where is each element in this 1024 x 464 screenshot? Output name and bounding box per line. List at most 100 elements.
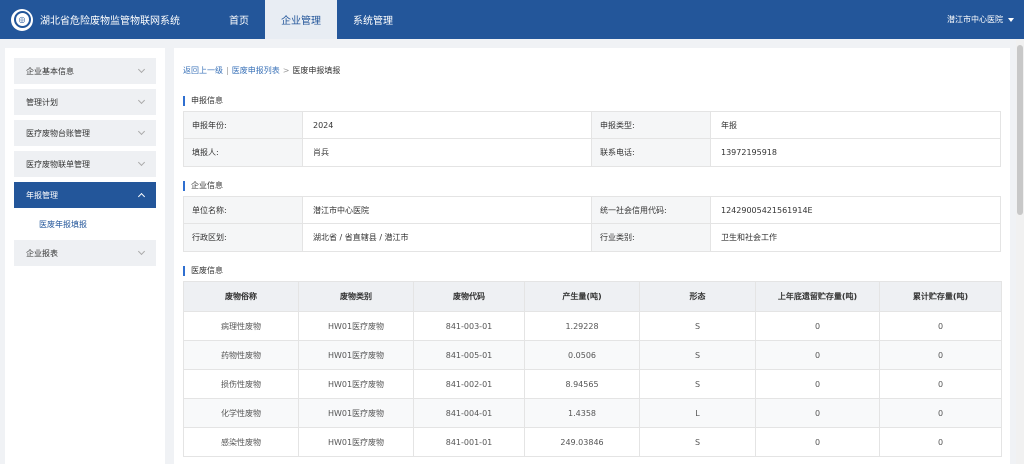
column-header: 废物类别 (298, 281, 414, 312)
table-cell: 841-005-01 (413, 340, 525, 370)
sidebar-subitem-annual-report-fill[interactable]: 医废年报填报 (14, 213, 156, 235)
table-cell: 0 (755, 427, 880, 457)
region-value: 湖北省 / 省直辖县 / 潜江市 (303, 224, 592, 251)
table-cell: 0 (879, 340, 1002, 370)
table-cell: 8.94565 (524, 369, 640, 399)
app-title: 湖北省危险废物监管物联网系统 (40, 16, 180, 27)
table-cell: 感染性废物 (183, 427, 299, 457)
sidebar: 企业基本信息 管理计划 医疗废物台账管理 医疗废物联单管理 年报管理 医废年报填… (5, 48, 165, 464)
column-header: 废物俗称 (183, 281, 299, 312)
sidebar-item-reports[interactable]: 企业报表 (14, 240, 156, 266)
section-marker (183, 265, 185, 276)
table-header-row: 废物俗称 废物类别 废物代码 产生量(吨) 形态 上年底遗留贮存量(吨) 累计贮… (183, 281, 1002, 312)
info-label: 联系电话: (592, 139, 711, 166)
table-cell: HW01医疗废物 (298, 398, 414, 428)
sidebar-item-ledger[interactable]: 医疗废物台账管理 (14, 120, 156, 146)
section-marker (183, 180, 185, 191)
sidebar-item-label: 企业基本信息 (26, 66, 74, 76)
sidebar-item-label: 企业报表 (26, 248, 58, 258)
sidebar-item-plan[interactable]: 管理计划 (14, 89, 156, 115)
page-scrollbar[interactable] (1016, 39, 1024, 464)
table-cell: HW01医疗废物 (298, 427, 414, 457)
info-label: 行政区划: (184, 224, 303, 251)
info-row: 单位名称: 潜江市中心医院 统一社会信用代码: 1242900542156191… (184, 197, 1000, 224)
company-info-table: 单位名称: 潜江市中心医院 统一社会信用代码: 1242900542156191… (183, 196, 1001, 252)
info-label: 申报类型: (592, 112, 711, 138)
table-row: 损伤性废物 HW01医疗废物 841-002-01 8.94565 S 0 0 (183, 369, 1002, 399)
section-title: 医废信息 (191, 266, 223, 275)
logo: ◎ (11, 8, 33, 31)
table-cell: 0 (755, 398, 880, 428)
report-year-value: 2024 (303, 112, 592, 138)
info-label: 申报年份: (184, 112, 303, 138)
column-header: 废物代码 (413, 281, 525, 312)
company-name-value: 潜江市中心医院 (303, 197, 592, 223)
breadcrumb: 返回上一级 | 医废申报列表 > 医废申报填报 (183, 48, 1001, 92)
main-content: 返回上一级 | 医废申报列表 > 医废申报填报 申报信息 申报年份: 2024 … (174, 48, 1010, 464)
table-cell: 0 (879, 427, 1002, 457)
section-waste-info: 医废信息 (183, 262, 1001, 279)
info-label: 行业类别: (592, 224, 711, 251)
info-row: 申报年份: 2024 申报类型: 年报 (184, 112, 1000, 139)
table-cell: 841-004-01 (413, 398, 525, 428)
table-row: 化学性废物 HW01医疗废物 841-004-01 1.4358 L 0 0 (183, 398, 1002, 428)
chevron-up-icon (137, 192, 146, 201)
user-menu[interactable]: 潜江市中心医院 (947, 0, 1014, 39)
nav-system[interactable]: 系统管理 (337, 0, 409, 39)
sidebar-item-company-info[interactable]: 企业基本信息 (14, 58, 156, 84)
table-cell: 0 (755, 340, 880, 370)
info-row: 填报人: 肖兵 联系电话: 13972195918 (184, 139, 1000, 166)
table-cell: L (639, 398, 756, 428)
sidebar-item-label: 管理计划 (26, 97, 58, 107)
report-type-value: 年报 (721, 120, 737, 130)
sidebar-item-manifest[interactable]: 医疗废物联单管理 (14, 151, 156, 177)
table-cell: HW01医疗废物 (298, 311, 414, 341)
section-title: 申报信息 (191, 96, 223, 105)
back-link[interactable]: 返回上一级 (183, 65, 223, 76)
table-cell: 841-003-01 (413, 311, 525, 341)
industry-value: 卫生和社会工作 (721, 233, 777, 242)
table-cell: HW01医疗废物 (298, 340, 414, 370)
table-row: 感染性废物 HW01医疗废物 841-001-01 249.03846 S 0 … (183, 427, 1002, 457)
sidebar-item-annual-report[interactable]: 年报管理 (14, 182, 156, 208)
column-header: 累计贮存量(吨) (879, 281, 1002, 312)
column-header: 形态 (639, 281, 756, 312)
table-cell: 化学性废物 (183, 398, 299, 428)
caret-down-icon (1008, 17, 1014, 22)
info-label: 统一社会信用代码: (592, 197, 711, 223)
emblem-icon: ◎ (13, 11, 31, 28)
table-cell: S (639, 340, 756, 370)
table-cell: S (639, 369, 756, 399)
table-cell: 药物性废物 (183, 340, 299, 370)
table-cell: 0 (879, 311, 1002, 341)
table-cell: 0 (879, 398, 1002, 428)
table-cell: 1.29228 (524, 311, 640, 341)
nav-home[interactable]: 首页 (213, 0, 265, 39)
table-cell: S (639, 311, 756, 341)
nav-enterprise[interactable]: 企业管理 (265, 0, 337, 39)
top-bar: ◎ 湖北省危险废物监管物联网系统 首页 企业管理 系统管理 潜江市中心医院 (0, 0, 1024, 39)
scrollbar-thumb[interactable] (1017, 45, 1023, 215)
sidebar-item-label: 医疗废物台账管理 (26, 128, 90, 138)
reporter-value: 肖兵 (303, 139, 592, 166)
list-link[interactable]: 医废申报列表 (232, 65, 280, 76)
main-nav: 首页 企业管理 系统管理 (213, 0, 409, 39)
user-name: 潜江市中心医院 (947, 15, 1003, 24)
phone-value: 13972195918 (721, 148, 777, 157)
sidebar-item-label: 医疗废物联单管理 (26, 159, 90, 169)
table-cell: 0 (755, 311, 880, 341)
sidebar-item-label: 年报管理 (26, 190, 58, 200)
report-info-table: 申报年份: 2024 申报类型: 年报 填报人: 肖兵 联系电话: 139721… (183, 111, 1001, 167)
table-row: 病理性废物 HW01医疗废物 841-003-01 1.29228 S 0 0 (183, 311, 1002, 341)
chevron-down-icon (137, 127, 146, 136)
section-marker (183, 95, 185, 106)
chevron-down-icon (137, 247, 146, 256)
table-cell: 0 (755, 369, 880, 399)
table-cell: 249.03846 (524, 427, 640, 457)
table-cell: HW01医疗废物 (298, 369, 414, 399)
chevron-down-icon (137, 96, 146, 105)
breadcrumb-separator: | (226, 65, 229, 75)
table-cell: 841-001-01 (413, 427, 525, 457)
table-cell: 0 (879, 369, 1002, 399)
column-header: 产生量(吨) (524, 281, 640, 312)
